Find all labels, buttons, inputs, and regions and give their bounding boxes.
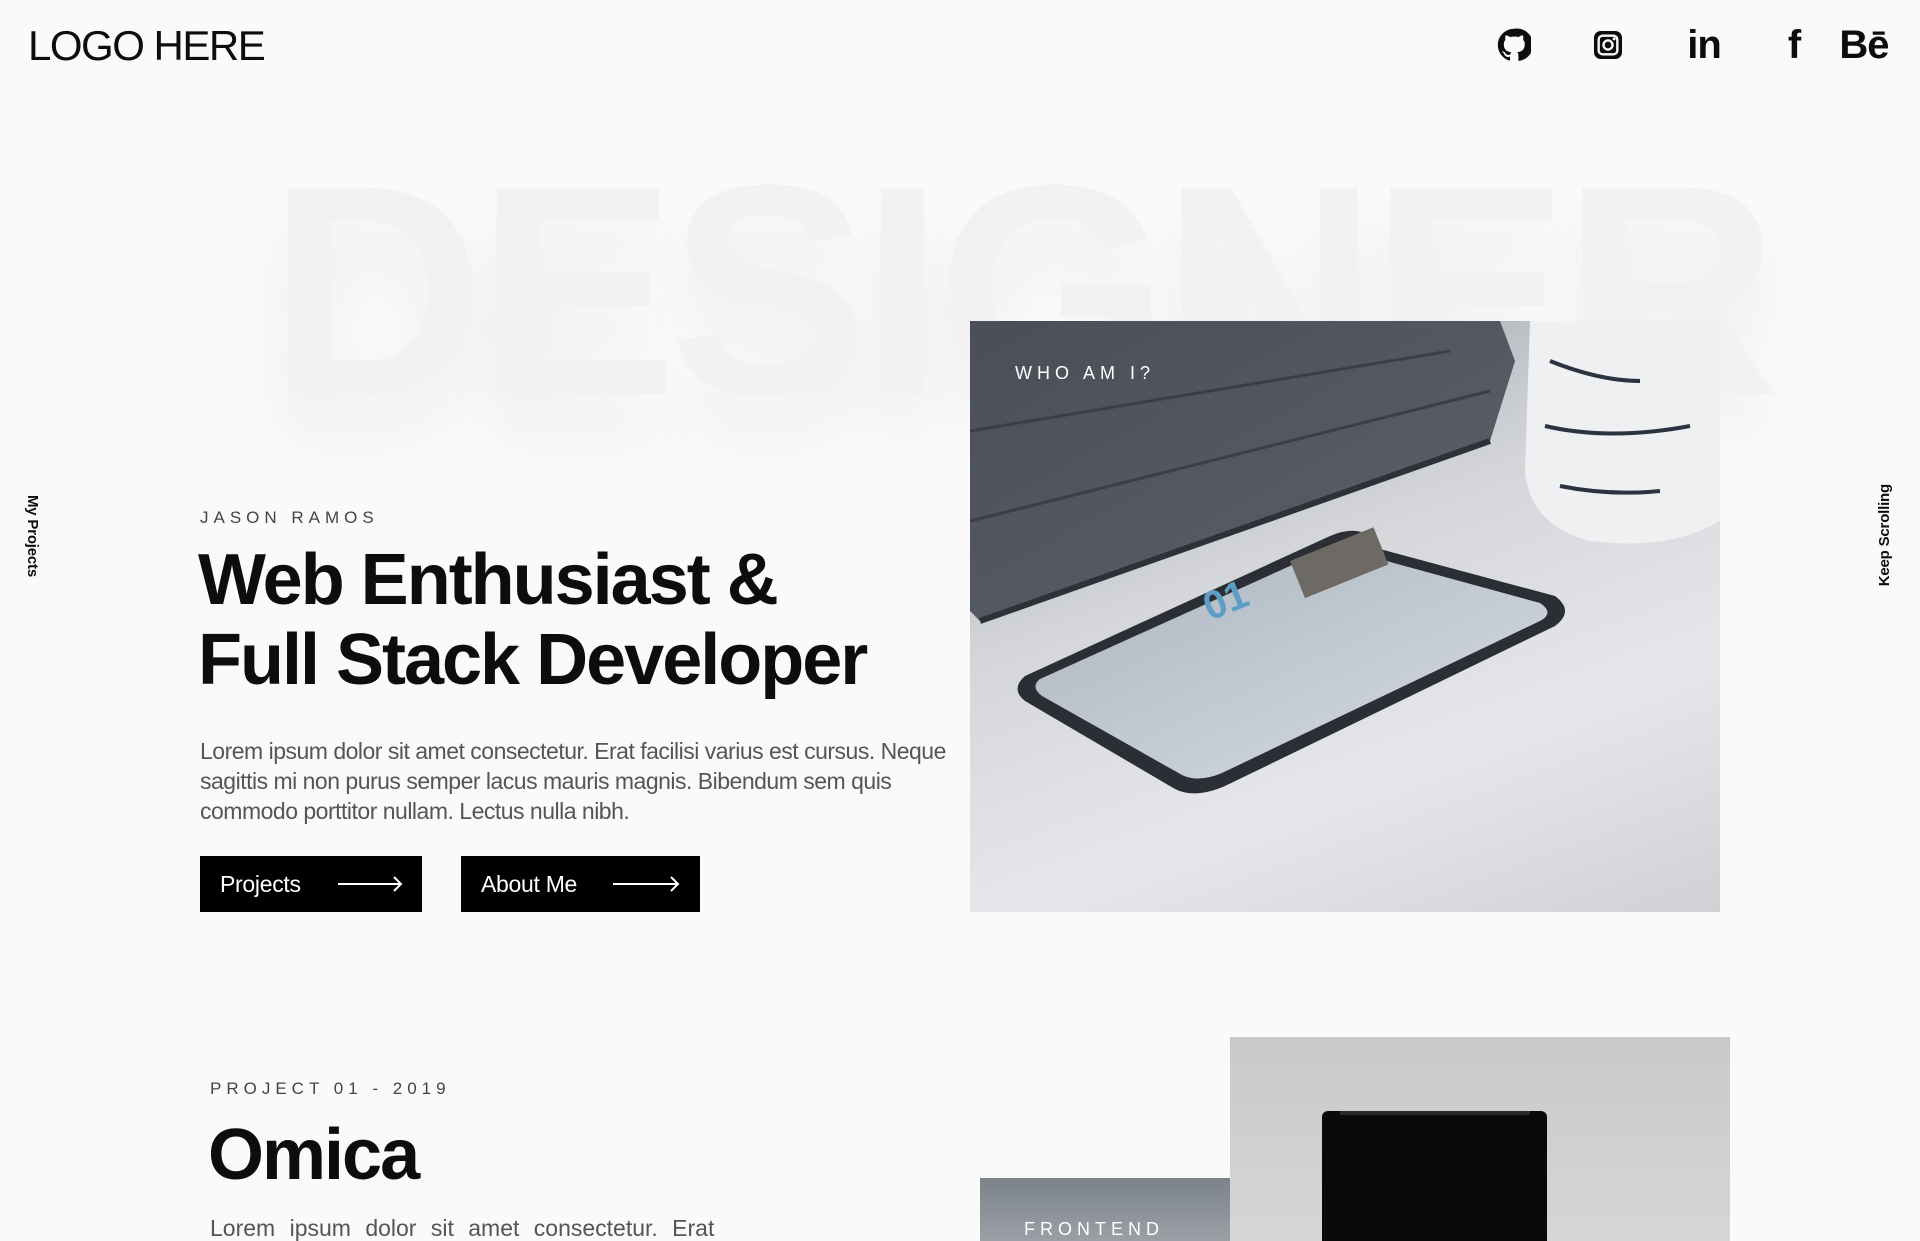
projects-button-label: Projects — [220, 870, 301, 897]
facebook-icon: f — [1787, 22, 1801, 67]
who-am-i-label: WHO AM I? — [1015, 363, 1156, 383]
project-image[interactable] — [1230, 1037, 1730, 1241]
github-link[interactable] — [1492, 22, 1536, 68]
instagram-icon — [1594, 31, 1622, 59]
about-me-button[interactable]: About Me — [461, 856, 700, 912]
project-mockup-illustration — [1322, 1111, 1547, 1241]
my-projects-link[interactable]: My Projects — [24, 495, 41, 577]
instagram-link[interactable] — [1586, 22, 1630, 68]
keep-scrolling-label: Keep Scrolling — [1876, 484, 1893, 587]
hero-description: Lorem ipsum dolor sit amet consectetur. … — [200, 738, 946, 824]
logo[interactable]: LOGO HERE — [28, 22, 266, 70]
behance-icon: Bē — [1839, 22, 1889, 67]
about-me-button-label: About Me — [481, 870, 578, 897]
phone-on-desk-illustration: 01 — [970, 321, 1720, 794]
projects-button[interactable]: Projects — [200, 856, 422, 912]
project-title[interactable]: Omica — [208, 1110, 420, 1200]
frontend-label: FRONTEND — [1024, 1219, 1164, 1239]
hero-eyebrow: JASON RAMOS — [200, 508, 379, 527]
behance-link[interactable]: Bē — [1836, 22, 1892, 68]
linkedin-link[interactable]: in — [1682, 22, 1726, 68]
project-category-card[interactable]: FRONTEND — [980, 1178, 1230, 1241]
project-description: Lorem ipsum dolor sit amet consectetur. … — [210, 1215, 715, 1241]
facebook-link[interactable]: f — [1772, 22, 1816, 68]
arrow-right-icon — [613, 876, 680, 892]
hero-title: Web Enthusiast & Full Stack Developer — [198, 540, 958, 700]
hero-image: 01 WHO AM I? — [970, 321, 1720, 912]
arrow-right-icon — [338, 876, 403, 892]
project-eyebrow: PROJECT 01 - 2019 — [210, 1079, 451, 1098]
hero-title-line-1: Web Enthusiast & — [198, 540, 779, 620]
linkedin-icon: in — [1687, 22, 1722, 67]
github-icon — [1497, 28, 1531, 61]
hero-title-line-2: Full Stack Developer — [198, 620, 868, 700]
